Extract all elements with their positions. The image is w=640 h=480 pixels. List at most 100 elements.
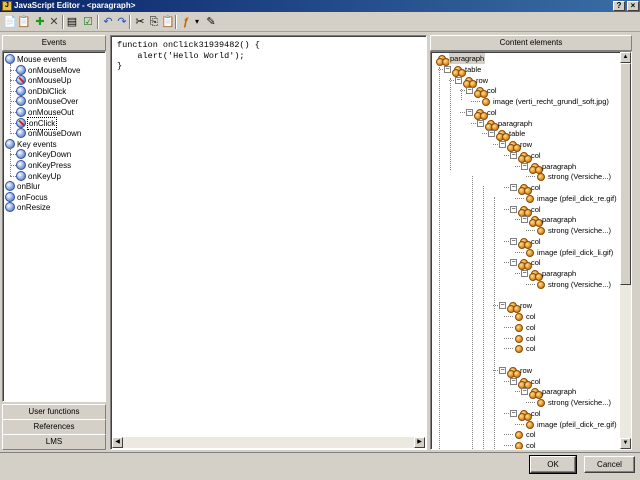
content-node[interactable]: image (pfeil_dick_re.gif) — [431, 419, 621, 430]
content-node[interactable]: − row — [431, 365, 621, 378]
content-node[interactable]: strong (Versiche...) — [431, 397, 621, 408]
new-script-icon[interactable]: 📄 — [3, 15, 17, 29]
scroll-up-button[interactable]: ▲ — [620, 52, 631, 63]
help-button[interactable]: ? — [613, 1, 625, 11]
add-icon[interactable]: ✚ — [33, 15, 47, 29]
code-text[interactable]: function onClick31939482() { alert('Hell… — [117, 40, 260, 72]
collapse-toggle-icon[interactable]: − — [466, 87, 473, 95]
tree-connector — [504, 337, 513, 339]
code-editor[interactable]: function onClick31939482() { alert('Hell… — [110, 35, 427, 450]
collapse-toggle-icon[interactable]: − — [510, 237, 517, 245]
events-header[interactable]: Events — [2, 35, 106, 51]
user-functions-button[interactable]: User functions — [2, 404, 106, 420]
copy-icon[interactable]: ⎘ — [147, 15, 161, 29]
dropdown-arrow-icon[interactable]: ▾ — [193, 15, 201, 29]
collapse-toggle-icon[interactable]: − — [521, 162, 528, 170]
content-elements-header[interactable]: Content elements — [430, 35, 632, 51]
scroll-left-button[interactable]: ◀ — [112, 437, 123, 448]
tree-connector — [472, 176, 473, 449]
collapse-toggle-icon[interactable]: − — [444, 65, 451, 73]
content-node[interactable]: − col — [431, 204, 621, 217]
collapse-toggle-icon[interactable]: − — [510, 377, 517, 385]
collapse-toggle-icon[interactable]: − — [488, 130, 495, 138]
close-button[interactable]: × — [627, 1, 639, 11]
content-node[interactable]: strong (Versiche...) — [431, 279, 621, 290]
properties-icon[interactable]: ▤ — [65, 15, 79, 29]
cancel-button[interactable]: Cancel — [584, 456, 635, 473]
collapse-toggle-icon[interactable]: − — [510, 259, 517, 267]
content-node[interactable]: − paragraph — [431, 386, 621, 400]
delete-icon[interactable]: ✕ — [47, 15, 61, 29]
element-icon — [515, 345, 523, 354]
collapse-toggle-icon[interactable]: − — [466, 108, 473, 116]
check-syntax-icon[interactable]: ☑ — [81, 15, 95, 29]
content-node[interactable]: − col — [431, 408, 621, 421]
lms-button[interactable]: LMS — [2, 434, 106, 450]
content-node[interactable]: − table — [431, 64, 621, 77]
container-element-icon — [518, 205, 532, 217]
content-node[interactable]: col — [431, 311, 621, 322]
collapse-toggle-icon[interactable]: − — [499, 302, 506, 310]
undo-icon[interactable]: ↶ — [101, 15, 115, 29]
collapse-toggle-icon[interactable]: − — [510, 409, 517, 417]
content-node-label: image (pfeil_dick_li.gif) — [537, 247, 614, 257]
collapse-toggle-icon[interactable]: − — [521, 270, 528, 277]
content-node[interactable]: − col — [431, 150, 621, 163]
content-node[interactable]: − paragraph — [431, 268, 621, 281]
references-button[interactable]: References — [2, 419, 106, 435]
collapse-toggle-icon[interactable]: − — [477, 119, 484, 127]
content-node[interactable]: − table — [431, 128, 621, 142]
content-node[interactable]: − col — [431, 257, 621, 271]
content-node[interactable]: strong (Versiche...) — [431, 171, 621, 182]
content-node[interactable]: image (pfeil_dick_re.gif) — [431, 193, 621, 204]
editor-horizontal-scrollbar[interactable]: ◀ ▶ — [112, 437, 425, 448]
collapse-toggle-icon[interactable]: − — [510, 205, 517, 213]
content-node[interactable]: col — [431, 343, 621, 354]
content-node[interactable]: image (pfeil_dick_li.gif) — [431, 247, 621, 258]
redo-icon[interactable]: ↷ — [115, 15, 129, 29]
content-node[interactable]: − col — [431, 182, 621, 195]
scroll-down-button[interactable]: ▼ — [620, 438, 631, 449]
content-node[interactable]: − row — [431, 139, 621, 152]
content-node[interactable]: − row — [431, 75, 621, 88]
collapse-toggle-icon[interactable]: − — [521, 216, 528, 224]
ok-button[interactable]: OK — [529, 455, 577, 474]
copy-script-icon[interactable]: 📋 — [17, 15, 31, 29]
event-icon — [16, 128, 26, 139]
content-node[interactable]: − row — [431, 300, 621, 314]
content-node-label: col — [531, 204, 541, 214]
content-node[interactable]: − col — [431, 107, 621, 120]
content-node[interactable]: − paragraph — [431, 118, 621, 131]
content-node[interactable]: − paragraph — [431, 214, 621, 228]
collapse-toggle-icon[interactable]: − — [521, 388, 528, 396]
collapse-toggle-icon[interactable]: − — [510, 184, 517, 191]
content-node[interactable]: col — [431, 429, 621, 440]
toolbar-separator — [97, 15, 99, 29]
container-element-icon — [452, 65, 466, 77]
content-node[interactable]: col — [431, 440, 621, 449]
content-vertical-scrollbar[interactable]: ▲ ▼ — [620, 52, 631, 449]
collapse-toggle-icon[interactable]: − — [510, 151, 517, 159]
content-node[interactable]: col — [431, 322, 621, 333]
content-node[interactable]: paragraph — [431, 53, 621, 66]
content-node[interactable]: image (verti_recht_grundl_soft.jpg) — [431, 96, 621, 107]
scroll-right-button[interactable]: ▶ — [414, 437, 425, 448]
collapse-toggle-icon[interactable]: − — [455, 76, 462, 84]
tree-connector — [461, 89, 462, 100]
scroll-thumb[interactable] — [620, 63, 631, 285]
wizard-icon[interactable]: ✎ — [204, 15, 218, 29]
paste-icon[interactable]: 📋 — [161, 15, 175, 29]
cut-icon[interactable]: ✂ — [133, 15, 147, 29]
content-node[interactable]: strong (Versiche...) — [431, 225, 621, 236]
element-icon — [526, 194, 534, 203]
container-element-icon — [507, 366, 521, 378]
content-node[interactable]: − col — [431, 85, 621, 99]
content-node[interactable]: − paragraph — [431, 161, 621, 174]
insert-function-icon[interactable]: ƒ — [179, 15, 193, 29]
content-node[interactable]: − col — [431, 376, 621, 389]
content-node[interactable]: col — [431, 333, 621, 344]
content-node[interactable]: − col — [431, 236, 621, 249]
content-node-label: row — [520, 365, 533, 375]
collapse-toggle-icon[interactable]: − — [499, 141, 506, 148]
collapse-toggle-icon[interactable]: − — [499, 366, 506, 374]
